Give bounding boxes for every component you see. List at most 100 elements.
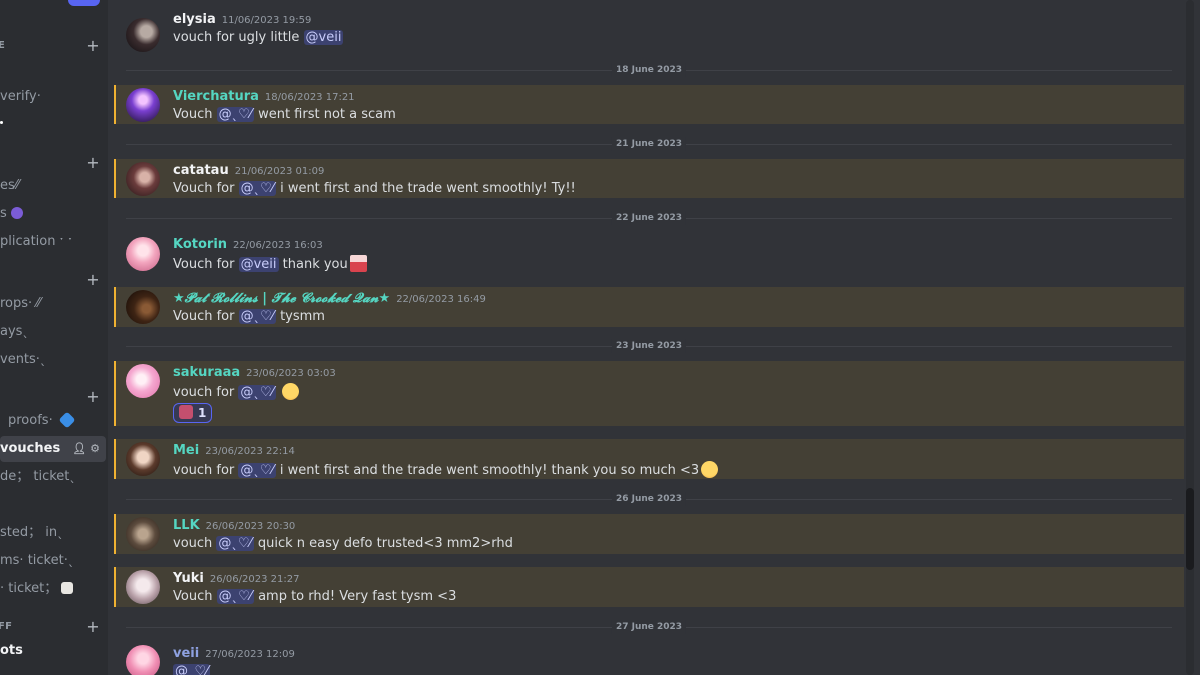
username[interactable]: Vierchatura bbox=[173, 89, 259, 104]
gear-icon[interactable]: ⚙ bbox=[90, 442, 100, 455]
timestamp: 26/06/2023 21:27 bbox=[209, 574, 300, 585]
chat-message[interactable]: elysia 11/06/2023 19:59 vouch for ugly li… bbox=[114, 8, 1184, 54]
winking-face-icon bbox=[281, 383, 299, 400]
avatar[interactable] bbox=[126, 442, 160, 476]
server-badge bbox=[68, 0, 100, 6]
crystal-ball-icon bbox=[10, 207, 23, 219]
timestamp: 11/06/2023 19:59 bbox=[221, 15, 312, 26]
date-divider: 22 June 2023 bbox=[126, 211, 1172, 225]
add-member-icon[interactable]: 👤︎ bbox=[72, 442, 86, 455]
chat-message[interactable]: sakuraaa 23/06/2023 03:03 vouch for @ˎ♡⁄ … bbox=[114, 361, 1184, 426]
chat-message[interactable]: Mei 23/06/2023 22:14 vouch for @ˎ♡⁄ i wen… bbox=[114, 439, 1184, 479]
username[interactable]: veii bbox=[173, 646, 199, 661]
avatar[interactable] bbox=[126, 18, 160, 52]
username[interactable]: ★𝓟𝓪𝓽 𝓡𝓸𝓵𝓵𝓲𝓷𝓼 | 𝓣𝓱𝓮 𝓒𝓻𝓸𝓸𝓴𝓮𝓭 𝓠𝓪𝓷★ bbox=[173, 291, 390, 306]
user-mention[interactable]: @ˎ♡⁄ bbox=[238, 181, 276, 196]
party-popper-icon bbox=[179, 405, 193, 419]
user-mention[interactable]: @ˎ♡⁄ bbox=[238, 385, 276, 400]
date-divider: 23 June 2023 bbox=[126, 339, 1172, 353]
sidebar-item-label: s bbox=[0, 206, 7, 221]
message-content: vouch for @ˎ♡⁄ bbox=[173, 383, 299, 400]
sidebar-item-trusted[interactable]: sted； inˎ bbox=[0, 522, 64, 544]
timestamp: 23/06/2023 03:03 bbox=[246, 368, 336, 379]
sidebar-item-trade-ticket[interactable]: de； ticketˎ bbox=[0, 466, 76, 488]
message-content: Vouch for @ˎ♡⁄ i went first and the trad… bbox=[173, 181, 576, 196]
timestamp: 22/06/2023 16:03 bbox=[233, 240, 323, 251]
username[interactable]: Yuki bbox=[173, 571, 204, 586]
sidebar-item-drops[interactable]: rops‧ ⁄⁄ bbox=[0, 293, 41, 315]
add-channel-icon[interactable]: + bbox=[86, 155, 100, 171]
chat-message[interactable]: Kotorin 22/06/2023 16:03 Vouch for @veii … bbox=[114, 233, 1184, 279]
timestamp: 18/06/2023 17:21 bbox=[264, 92, 355, 103]
message-content: vouch for @ˎ♡⁄ i went first and the trad… bbox=[173, 461, 719, 478]
username[interactable]: Kotorin bbox=[173, 237, 227, 252]
message-content: @ˎ♡⁄ bbox=[173, 664, 211, 675]
username[interactable]: LLK bbox=[173, 518, 200, 533]
chat-message[interactable]: Yuki 26/06/2023 21:27 Vouch @ˎ♡⁄ amp to r… bbox=[114, 567, 1184, 607]
sidebar-item-events[interactable]: vents‧ˎ bbox=[0, 349, 46, 371]
reaction-button[interactable]: 1 bbox=[173, 403, 213, 423]
timestamp: 23/06/2023 22:14 bbox=[205, 446, 295, 457]
sidebar-item-verify[interactable]: verify‧ bbox=[0, 86, 41, 108]
category-header[interactable]: E bbox=[0, 40, 5, 51]
scrollbar-track[interactable] bbox=[1186, 0, 1194, 675]
avatar[interactable] bbox=[126, 364, 160, 398]
sidebar-item-label: proofs‧ bbox=[8, 413, 53, 428]
date-divider: 21 June 2023 bbox=[126, 137, 1172, 151]
sidebar-item-items-ticket[interactable]: ms‧ ticket‧ˎ bbox=[0, 550, 74, 572]
avatar[interactable] bbox=[126, 570, 160, 604]
coffee-icon bbox=[61, 582, 74, 594]
unread-dot bbox=[0, 121, 3, 124]
user-mention[interactable]: @ˎ♡⁄ bbox=[216, 536, 254, 551]
date-divider: 18 June 2023 bbox=[126, 63, 1172, 77]
avatar[interactable] bbox=[126, 517, 160, 551]
message-content: vouch @ˎ♡⁄ quick n easy defo trusted<3 m… bbox=[173, 536, 513, 551]
sidebar-item-application[interactable]: plication ˑ ˑ bbox=[0, 231, 73, 253]
add-channel-icon[interactable]: + bbox=[86, 38, 100, 54]
user-mention[interactable]: @veii bbox=[238, 257, 279, 272]
chat-message[interactable]: Vierchatura 18/06/2023 17:21 Vouch @ˎ♡⁄ w… bbox=[114, 85, 1184, 124]
user-mention[interactable]: @ˎ♡⁄ bbox=[216, 107, 254, 122]
add-channel-icon[interactable]: + bbox=[86, 389, 100, 405]
username[interactable]: sakuraaa bbox=[173, 365, 240, 380]
add-channel-icon[interactable]: + bbox=[86, 272, 100, 288]
avatar[interactable] bbox=[126, 290, 160, 324]
sidebar-item-label: ‧ ticket； bbox=[0, 581, 58, 596]
add-channel-icon[interactable]: + bbox=[86, 619, 100, 635]
chat-message[interactable]: catatau 21/06/2023 01:09 Vouch for @ˎ♡⁄ i… bbox=[114, 159, 1184, 198]
sidebar-item-vouches[interactable]: vouches 👤︎ ⚙ bbox=[0, 436, 106, 462]
avatar[interactable] bbox=[126, 237, 160, 271]
user-mention[interactable]: @ˎ♡⁄ bbox=[238, 309, 276, 324]
user-mention[interactable]: @veii bbox=[303, 30, 344, 45]
timestamp: 22/06/2023 16:49 bbox=[396, 294, 486, 305]
gem-icon bbox=[58, 411, 76, 429]
sidebar-item-proofs[interactable]: proofs‧ bbox=[8, 410, 76, 432]
avatar[interactable] bbox=[126, 162, 160, 196]
date-divider: 26 June 2023 bbox=[126, 492, 1172, 506]
chat-message[interactable]: veii 27/06/2023 12:09 @ˎ♡⁄ bbox=[114, 642, 1184, 675]
timestamp: 27/06/2023 12:09 bbox=[205, 649, 295, 660]
avatar[interactable] bbox=[126, 645, 160, 675]
message-content: Vouch @ˎ♡⁄ amp to rhd! Very fast tysm <3 bbox=[173, 589, 457, 604]
chat-message[interactable]: LLK 26/06/2023 20:30 vouch @ˎ♡⁄ quick n e… bbox=[114, 514, 1184, 554]
sidebar-item-giveaways[interactable]: aysˎ bbox=[0, 321, 29, 343]
scrollbar-thumb[interactable] bbox=[1186, 488, 1194, 570]
username[interactable]: catatau bbox=[173, 163, 229, 178]
sidebar-item-bots[interactable]: ots bbox=[0, 640, 23, 662]
sidebar-item-ticket[interactable]: ‧ ticket； bbox=[0, 578, 74, 600]
user-mention[interactable]: @ˎ♡⁄ bbox=[216, 589, 254, 604]
category-header[interactable]: FF bbox=[0, 621, 12, 632]
username[interactable]: elysia bbox=[173, 12, 216, 27]
sidebar-item-es[interactable]: es⁄⁄ bbox=[0, 175, 19, 197]
date-divider: 27 June 2023 bbox=[126, 620, 1172, 634]
user-mention[interactable]: @ˎ♡⁄ bbox=[238, 463, 276, 478]
channel-sidebar: E + verify‧ + es⁄⁄ s plication ˑ ˑ + rop… bbox=[0, 0, 108, 675]
message-list: elysia 11/06/2023 19:59 vouch for ugly li… bbox=[114, 0, 1186, 675]
user-mention[interactable]: @ˎ♡⁄ bbox=[173, 664, 211, 675]
username[interactable]: Mei bbox=[173, 443, 199, 458]
chat-message[interactable]: ★𝓟𝓪𝓽 𝓡𝓸𝓵𝓵𝓲𝓷𝓼 | 𝓣𝓱𝓮 𝓒𝓻𝓸𝓸𝓴𝓮𝓭 𝓠𝓪𝓷★ 22/06/202… bbox=[114, 287, 1184, 327]
sidebar-item-label: vouches bbox=[0, 441, 61, 456]
sidebar-item-s[interactable]: s bbox=[0, 203, 23, 225]
timestamp: 21/06/2023 01:09 bbox=[234, 166, 325, 177]
avatar[interactable] bbox=[126, 88, 160, 122]
